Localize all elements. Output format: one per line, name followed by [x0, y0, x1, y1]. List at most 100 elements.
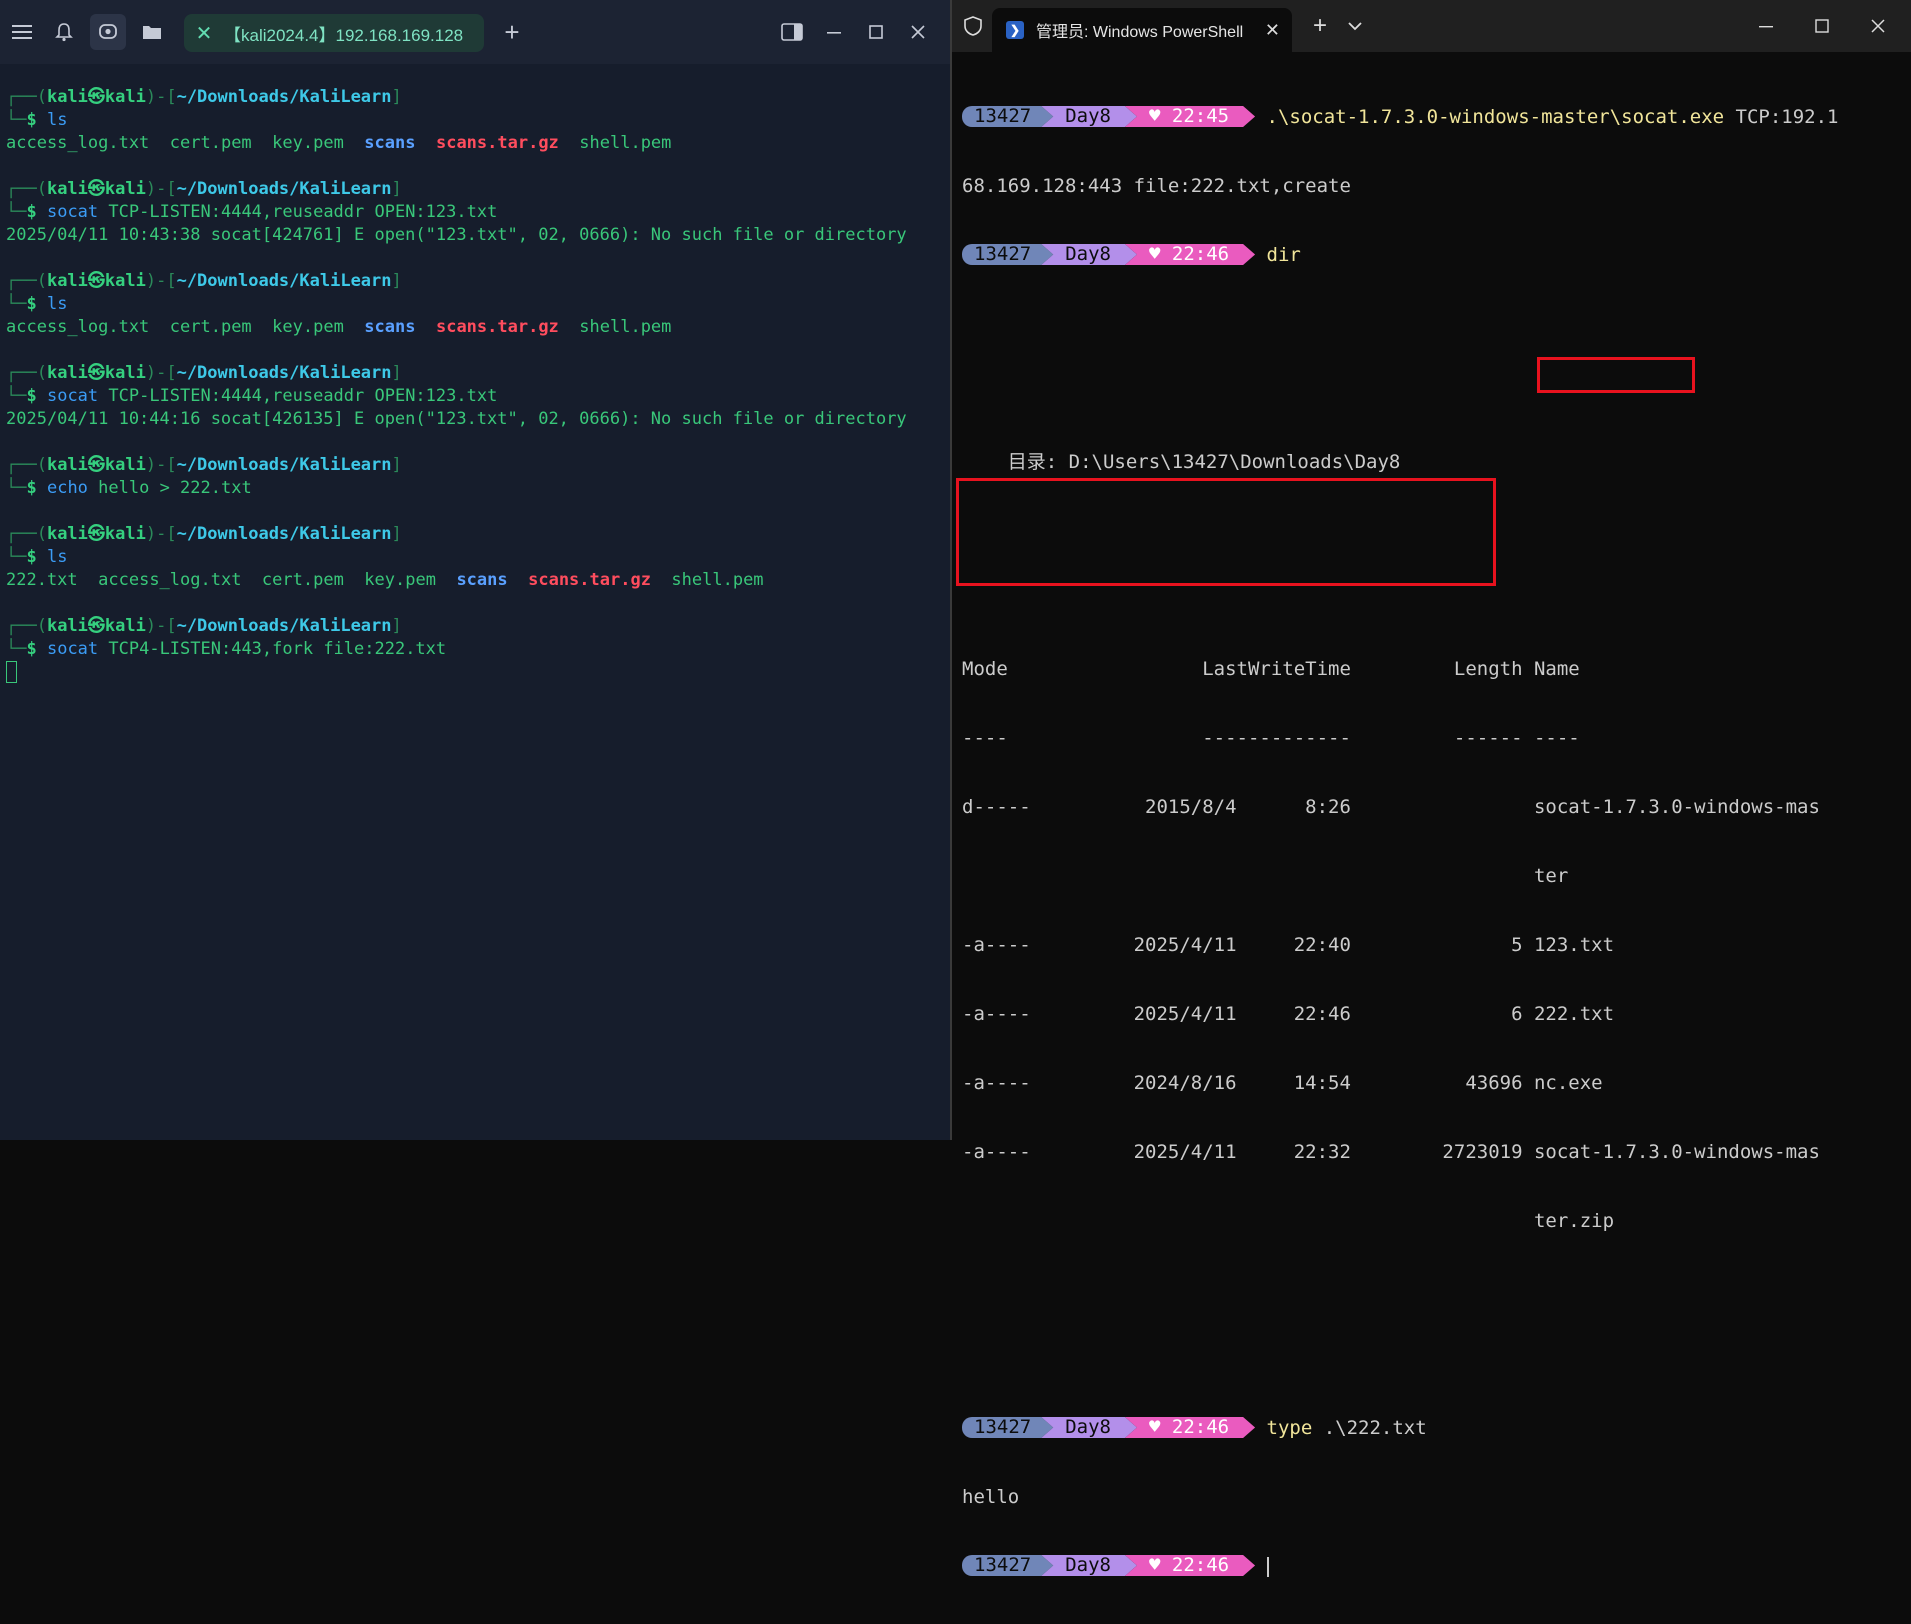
prompt-bracket: )-[ [145, 455, 177, 475]
prompt-path: ~/Downloads/KaliLearn [176, 363, 392, 383]
command-text: type [1266, 1417, 1313, 1439]
split-view-icon[interactable] [772, 14, 812, 50]
prompt-bracket: ┌──( [6, 363, 47, 383]
prompt-dir-segment: Day8 [1041, 106, 1137, 127]
prompt-bracket: )-[ [145, 524, 177, 544]
prompt-bracket: ] [391, 271, 402, 291]
powershell-output[interactable]: 13427 Day8 ♥ 22:45 .\socat-1.7.3.0-windows… [962, 60, 1911, 1624]
prompt-line: 13427 Day8 ♥ 22:46 type .\222.txt [962, 1417, 1911, 1440]
command-line: └─$ socat TCP4-LISTEN:443,fork file:222.… [6, 638, 950, 661]
prompt-dollar: $ [26, 547, 47, 567]
command-name: ls [46, 547, 68, 567]
prompt-user-segment: 13427 [962, 1417, 1053, 1438]
separator [78, 570, 98, 590]
prompt-path: ~/Downloads/KaliLearn [176, 179, 392, 199]
prompt-bracket: ] [391, 455, 402, 475]
shield-icon [960, 10, 986, 42]
prompt-user: kali [46, 455, 88, 475]
prompt-at: ㉿ [87, 455, 105, 475]
prompt-header: ┌──(kali㉿kali)-[~/Downloads/KaliLearn] [6, 86, 950, 109]
highlight-box-222-txt [1537, 357, 1695, 393]
file-entry: shell.pem [579, 317, 672, 337]
bell-icon[interactable] [46, 14, 82, 50]
prompt-host: kali [104, 363, 146, 383]
prompt-bracket: )-[ [145, 616, 177, 636]
type-output: hello [962, 1486, 1020, 1508]
file-entry: cert.pem [261, 570, 344, 590]
prompt-at: ㉿ [87, 271, 105, 291]
file-entry: key.pem [364, 570, 436, 590]
tab-powershell[interactable]: ❯ 管理员: Windows PowerShell ✕ [992, 8, 1292, 52]
prompt-time-segment: ♥ 22:46 [1125, 1555, 1255, 1576]
file-entry: access_log.txt [6, 317, 150, 337]
kali-terminal-output[interactable]: ┌──(kali㉿kali)-[~/Downloads/KaliLearn] └─… [6, 86, 950, 684]
prompt-time-segment: ♥ 22:46 [1125, 244, 1255, 265]
prompt-bracket: ] [391, 179, 402, 199]
powershell-icon: ❯ [1006, 21, 1024, 39]
powershell-titlebar: ❯ 管理员: Windows PowerShell ✕ + [952, 0, 1911, 52]
prompt-host: kali [104, 179, 146, 199]
minimize-icon[interactable] [1744, 10, 1788, 42]
close-tab-icon[interactable]: ✕ [1265, 20, 1280, 41]
maximize-icon[interactable] [1800, 10, 1844, 42]
prompt-user: kali [46, 271, 88, 291]
command-text: .\socat-1.7.3.0-windows-master\socat.exe [1266, 106, 1725, 128]
close-window-icon[interactable] [1856, 10, 1900, 42]
output-text: 2025/04/11 10:43:38 socat[424761] E open… [6, 225, 907, 245]
minimize-icon[interactable] [814, 14, 854, 50]
prompt-path: ~/Downloads/KaliLearn [176, 87, 392, 107]
prompt-header: ┌──(kali㉿kali)-[~/Downloads/KaliLearn] [6, 362, 950, 385]
powershell-window: ❯ 管理员: Windows PowerShell ✕ + 13427 Day8 ♥… [952, 0, 1911, 1577]
prompt-bracket: ┌──( [6, 616, 47, 636]
prompt-user-segment: 13427 [962, 244, 1053, 265]
separator [149, 133, 169, 153]
prompt-dollar: $ [26, 202, 47, 222]
separator [241, 570, 261, 590]
tab-title: 【kali2024.4】192.168.169.128 [224, 25, 464, 45]
prompt-corner: └─ [6, 110, 27, 130]
heart-icon: ♥ [1148, 1554, 1161, 1576]
table-row: ter.zip [962, 1210, 1615, 1232]
separator [344, 317, 364, 337]
prompt-path: ~/Downloads/KaliLearn [176, 616, 392, 636]
menu-icon[interactable] [4, 14, 40, 50]
prompt-header: ┌──(kali㉿kali)-[~/Downloads/KaliLearn] [6, 454, 950, 477]
folder-icon[interactable] [134, 14, 170, 50]
command-text: dir [1266, 244, 1301, 266]
chevron-down-icon[interactable] [1340, 10, 1370, 42]
table-row: d----- 2015/8/4 8:26 socat-1.7.3.0-windo… [962, 796, 1820, 818]
prompt-corner: └─ [6, 639, 27, 659]
separator [436, 570, 456, 590]
separator [344, 133, 364, 153]
prompt-bracket: ┌──( [6, 455, 47, 475]
prompt-corner: └─ [6, 386, 27, 406]
broadcast-icon[interactable] [90, 14, 126, 50]
output-text: 2025/04/11 10:44:16 socat[426135] E open… [6, 409, 907, 429]
close-window-icon[interactable] [898, 14, 938, 50]
prompt-dollar: $ [26, 386, 47, 406]
tab-kali-session[interactable]: ✕ 【kali2024.4】192.168.169.128 [184, 14, 484, 52]
new-tab-icon[interactable]: + [494, 14, 530, 50]
cursor-line [6, 661, 950, 684]
command-line: └─$ socat TCP-LISTEN:4444,reuseaddr OPEN… [6, 201, 950, 224]
prompt-path: ~/Downloads/KaliLearn [176, 455, 392, 475]
prompt-at: ㉿ [87, 87, 105, 107]
command-args: hello > 222.txt [87, 478, 252, 498]
file-entry: key.pem [272, 317, 344, 337]
new-tab-icon[interactable]: + [1302, 10, 1338, 42]
prompt-user: kali [46, 363, 88, 383]
file-entry: scans.tar.gz [528, 570, 651, 590]
tab-title: 管理员: Windows PowerShell [1036, 24, 1244, 41]
command-name: echo [46, 478, 88, 498]
heart-icon: ♥ [1148, 243, 1161, 265]
command-args: TCP-LISTEN:4444,reuseaddr OPEN:123.txt [98, 386, 498, 406]
prompt-bracket: )-[ [145, 87, 177, 107]
maximize-icon[interactable] [856, 14, 896, 50]
table-row: ter [962, 865, 1569, 887]
close-tab-icon[interactable]: ✕ [184, 21, 224, 46]
file-entry: cert.pem [169, 317, 252, 337]
prompt-at: ㉿ [87, 363, 105, 383]
file-entry: cert.pem [169, 133, 252, 153]
prompt-header: ┌──(kali㉿kali)-[~/Downloads/KaliLearn] [6, 178, 950, 201]
command-args: .\222.txt [1312, 1417, 1427, 1439]
